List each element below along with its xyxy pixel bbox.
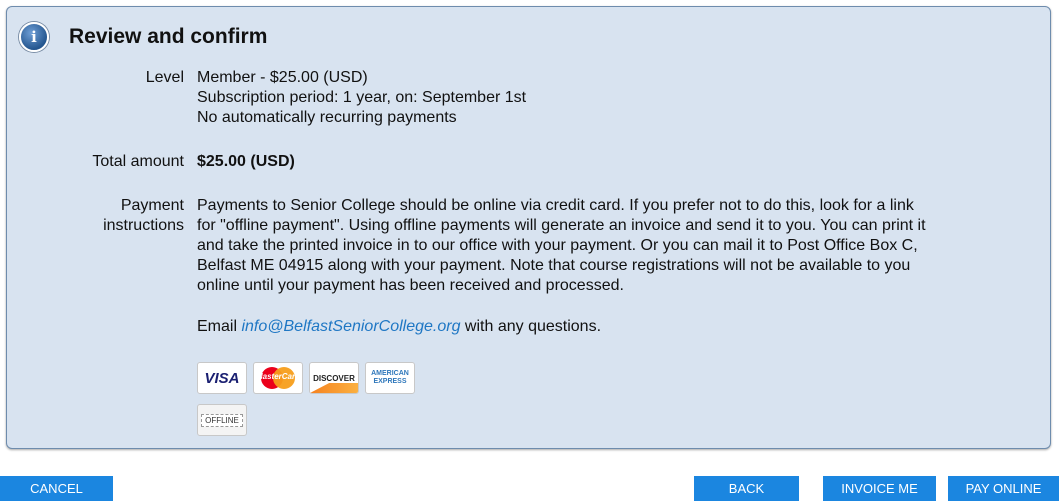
page-title: Review and confirm [69,25,268,48]
mastercard-text: MasterCard [255,372,300,381]
email-link[interactable]: info@BelfastSeniorCollege.org [241,318,460,335]
back-button[interactable]: BACK [694,476,799,501]
level-line: No automatically recurring payments [197,109,457,126]
amex-logo: AMERICAN EXPRESS [365,362,415,394]
instruction-line: online until your payment has been recei… [197,277,624,294]
pay-online-button[interactable]: PAY ONLINE [948,476,1059,501]
invoice-me-button[interactable]: INVOICE ME [823,476,936,501]
discover-logo: DISCOVER [309,362,359,394]
review-panel: i Review and confirm Level Member - $25.… [6,6,1051,449]
instruction-line: for "offline payment". Using offline pay… [197,217,926,234]
level-line: Member - $25.00 (USD) [197,69,368,86]
level-label: Level [145,69,184,86]
amex-text: EXPRESS [373,378,407,385]
panel-header: i Review and confirm [19,21,267,53]
total-label: Total amount [92,153,184,170]
email-prefix: Email [197,318,242,335]
card-logos: VISA MasterCard DISCOVER AMERICAN EXPRES… [197,362,415,394]
cancel-button[interactable]: CANCEL [0,476,113,501]
email-line: Email info@BelfastSeniorCollege.org with… [197,317,1047,337]
instruction-line: Payments to Senior College should be onl… [197,197,914,214]
visa-logo: VISA [197,362,247,394]
payment-instructions: Payments to Senior College should be onl… [197,196,1047,337]
payment-label-line: Payment [120,197,184,214]
payment-label-line: instructions [103,217,184,234]
amex-text: AMERICAN [371,370,409,377]
instruction-line: Belfast ME 04915 along with your payment… [197,257,911,274]
instruction-line: and take the printed invoice in to our o… [197,237,918,254]
offline-text: OFFLINE [201,413,243,427]
mastercard-logo: MasterCard [253,362,303,394]
level-value: Member - $25.00 (USD) Subscription perio… [197,68,1047,128]
payment-label: Payment instructions [7,196,184,236]
info-icon: i [19,22,49,52]
discover-text: DISCOVER [313,373,355,383]
offline-payment-icon[interactable]: OFFLINE [197,404,247,436]
visa-text: VISA [204,369,240,387]
level-line: Subscription period: 1 year, on: Septemb… [197,89,527,106]
email-suffix: with any questions. [460,318,602,335]
total-value: $25.00 (USD) [197,153,295,170]
